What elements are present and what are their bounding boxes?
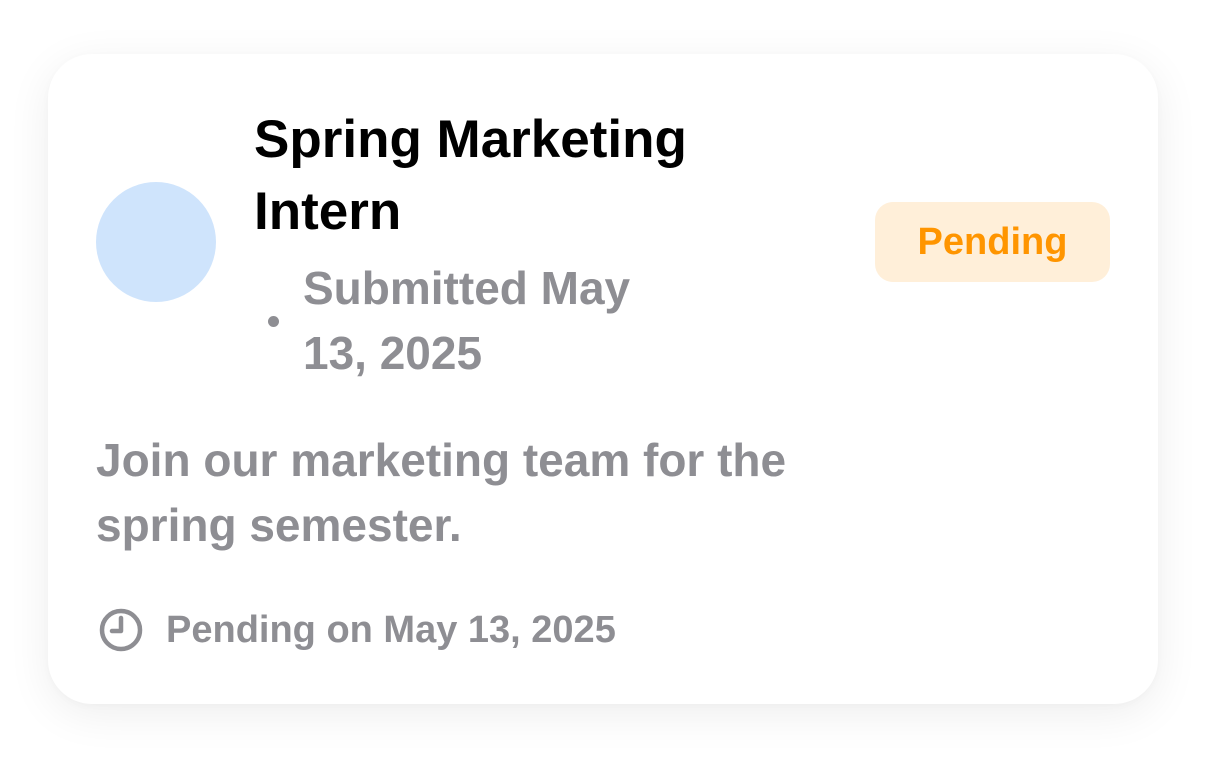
submitted-date: Submitted May 13, 2025 <box>303 262 631 379</box>
status-footer: Pending on May 13, 2025 <box>98 607 616 653</box>
job-title: Spring Marketing Intern <box>254 110 687 241</box>
submitted-meta: Submitted May 13, 2025 <box>268 256 728 386</box>
clock-icon <box>99 608 143 652</box>
application-card[interactable]: Spring Marketing Intern Submitted May 13… <box>48 54 1158 704</box>
status-badge: Pending <box>875 202 1110 282</box>
job-description: Join our marketing team for the spring s… <box>96 434 787 551</box>
bullet-dot <box>268 315 279 327</box>
status-footer-text: Pending on May 13, 2025 <box>166 608 616 651</box>
avatar <box>96 182 216 302</box>
